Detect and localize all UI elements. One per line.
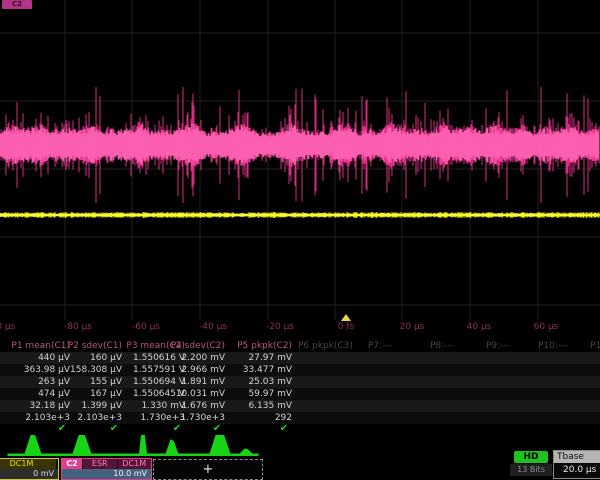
time-axis-label: -20 µs: [266, 322, 294, 332]
table-cell: 59.97 mV: [220, 388, 292, 400]
param-header-inactive[interactable]: P10:---: [538, 341, 568, 352]
table-cell: 10.031 mV: [153, 388, 225, 400]
param-header-inactive[interactable]: P11: [590, 341, 600, 352]
param-header-inactive[interactable]: P6 pkpk(C3): [298, 341, 353, 352]
time-axis-label: 60 µs: [534, 322, 559, 332]
table-cell: 160 µV: [50, 352, 122, 364]
c2-label: C2: [62, 459, 82, 469]
channel-c2-descriptor[interactable]: C2 ESRDC1M 10.0 mV: [61, 458, 152, 480]
measurement-histogram-trace: [0, 435, 600, 459]
param-header-inactive[interactable]: P8:---: [430, 341, 454, 352]
table-cell: 167 µV: [50, 388, 122, 400]
table-cell: 25.03 mV: [220, 376, 292, 388]
time-axis-label: 40 µs: [467, 322, 492, 332]
table-cell: 158.308 µV: [50, 364, 122, 376]
status-check-icon: ✔: [58, 423, 66, 435]
trace-annotation-badge[interactable]: C2: [2, 0, 32, 9]
table-cell: 1.676 mV: [153, 400, 225, 412]
param-header-inactive[interactable]: P9:---: [486, 341, 510, 352]
trigger-position-marker: [341, 314, 351, 321]
param-header[interactable]: P5 pkpk(C2): [214, 341, 292, 352]
status-check-icon: ✔: [280, 423, 288, 435]
timebase-title: Tbase: [554, 451, 600, 463]
hd-mode-badge[interactable]: HD: [514, 451, 548, 463]
table-cell: 155 µV: [50, 376, 122, 388]
table-cell: 2.200 mV: [153, 352, 225, 364]
c2-scale-value: 10.0 mV: [62, 469, 151, 479]
table-cell: 2.966 mV: [153, 364, 225, 376]
param-header-inactive[interactable]: P7:---: [368, 341, 392, 352]
time-axis-label: -60 µs: [132, 322, 160, 332]
oscilloscope-screen: C2 00 µs -80 µs -60 µs -40 µs -20 µs 0 fs 20 µ…: [0, 0, 600, 480]
timebase-value: 20.0 µs: [554, 463, 600, 477]
table-cell: 1.399 µV: [50, 400, 122, 412]
resolution-bits-label: 13 Bits: [510, 464, 552, 476]
c1-scale-value: 0 mV: [0, 469, 58, 479]
table-cell: 6.135 mV: [220, 400, 292, 412]
c2-dc1m-badge: DC1M: [117, 459, 152, 469]
time-axis-label: 0 fs: [338, 322, 354, 332]
table-cell: 1.891 mV: [153, 376, 225, 388]
channel-c1-descriptor[interactable]: C1 DC1M 0 mV: [0, 458, 59, 480]
time-axis-label: 00 µs: [0, 322, 15, 332]
table-cell: 33.477 mV: [220, 364, 292, 376]
c2-esr-badge: ESR: [82, 459, 117, 469]
table-cell: 27.97 mV: [220, 352, 292, 364]
timebase-panel[interactable]: Tbase 20.0 µs: [553, 450, 600, 479]
add-trace-button[interactable]: +: [153, 459, 263, 480]
status-check-icon: ✔: [173, 423, 181, 435]
time-axis-label: -80 µs: [64, 322, 92, 332]
status-check-icon: ✔: [110, 423, 118, 435]
status-check-icon: ✔: [213, 423, 221, 435]
time-axis-label: -40 µs: [199, 322, 227, 332]
c1-coupling-badge: DC1M: [0, 459, 56, 469]
waveform-grid[interactable]: [0, 0, 600, 320]
time-axis-label: 20 µs: [400, 322, 425, 332]
